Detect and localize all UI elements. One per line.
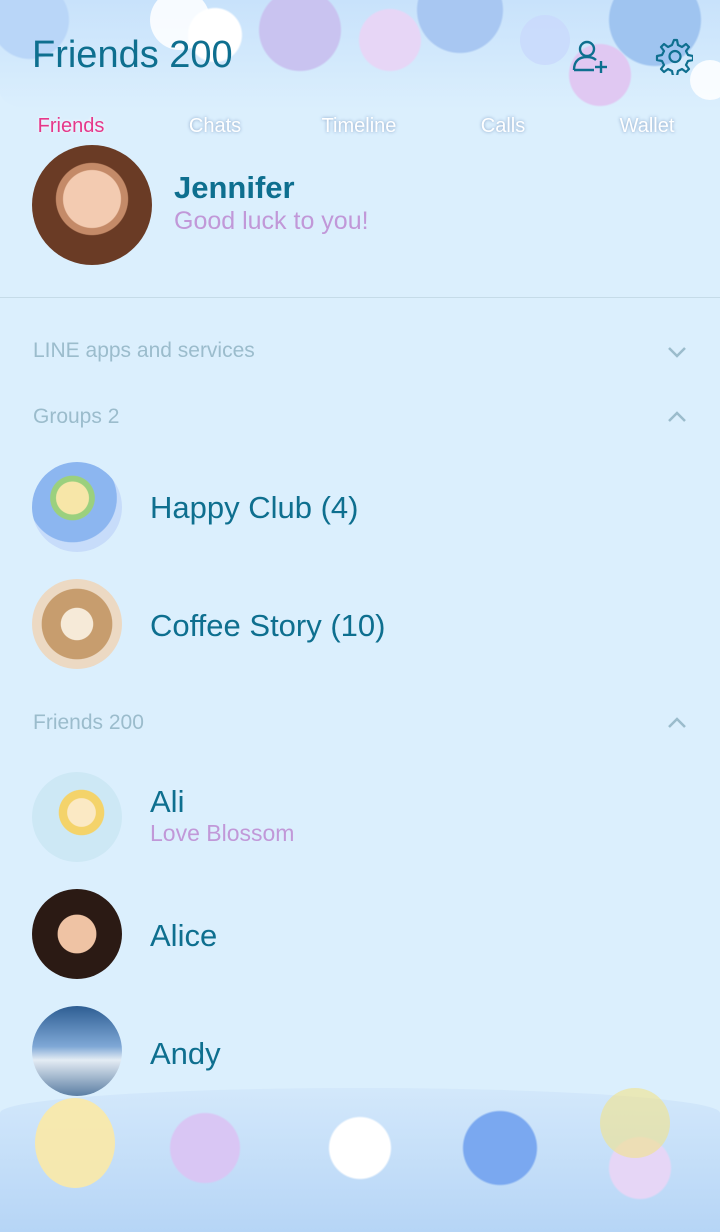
section-header-services[interactable]: LINE apps and services [33,339,255,363]
profile-name[interactable]: Jennifer [174,170,295,206]
chevron-up-icon[interactable] [666,712,688,734]
divider [0,297,720,298]
chevron-up-icon[interactable] [666,406,688,428]
friend-avatar[interactable] [32,889,122,979]
group-avatar[interactable] [32,462,122,552]
profile-avatar[interactable] [32,145,152,265]
flower-decoration [600,1088,670,1158]
fairy-decoration [35,1098,115,1188]
group-name[interactable]: Happy Club (4) [150,490,358,526]
chevron-down-icon[interactable] [666,341,688,363]
group-avatar[interactable] [32,579,122,669]
friend-status-message: Love Blossom [150,820,295,846]
flower-decoration [690,60,720,100]
friend-avatar[interactable] [32,772,122,862]
page-title: Friends 200 [32,34,233,76]
friend-name[interactable]: Ali [150,784,184,820]
friend-name[interactable]: Alice [150,918,217,954]
tab-timeline[interactable]: Timeline [304,115,414,138]
gear-icon [655,38,693,75]
bottom-tab-bar [0,1088,720,1232]
tab-wallet[interactable]: Wallet [592,115,702,138]
friend-name[interactable]: Andy [150,1036,221,1072]
add-friend-button[interactable] [570,36,610,76]
tab-calls[interactable]: Calls [448,115,558,138]
group-name[interactable]: Coffee Story (10) [150,608,385,644]
add-friend-icon [572,40,607,73]
profile-status-message: Good luck to you! [174,207,369,235]
tab-chats[interactable]: Chats [160,115,270,138]
tab-friends[interactable]: Friends [16,115,126,138]
friend-avatar[interactable] [32,1006,122,1096]
flower-decoration [520,15,570,65]
settings-button[interactable] [654,36,694,76]
section-header-friends[interactable]: Friends 200 [33,711,144,735]
section-header-groups[interactable]: Groups 2 [33,405,119,429]
